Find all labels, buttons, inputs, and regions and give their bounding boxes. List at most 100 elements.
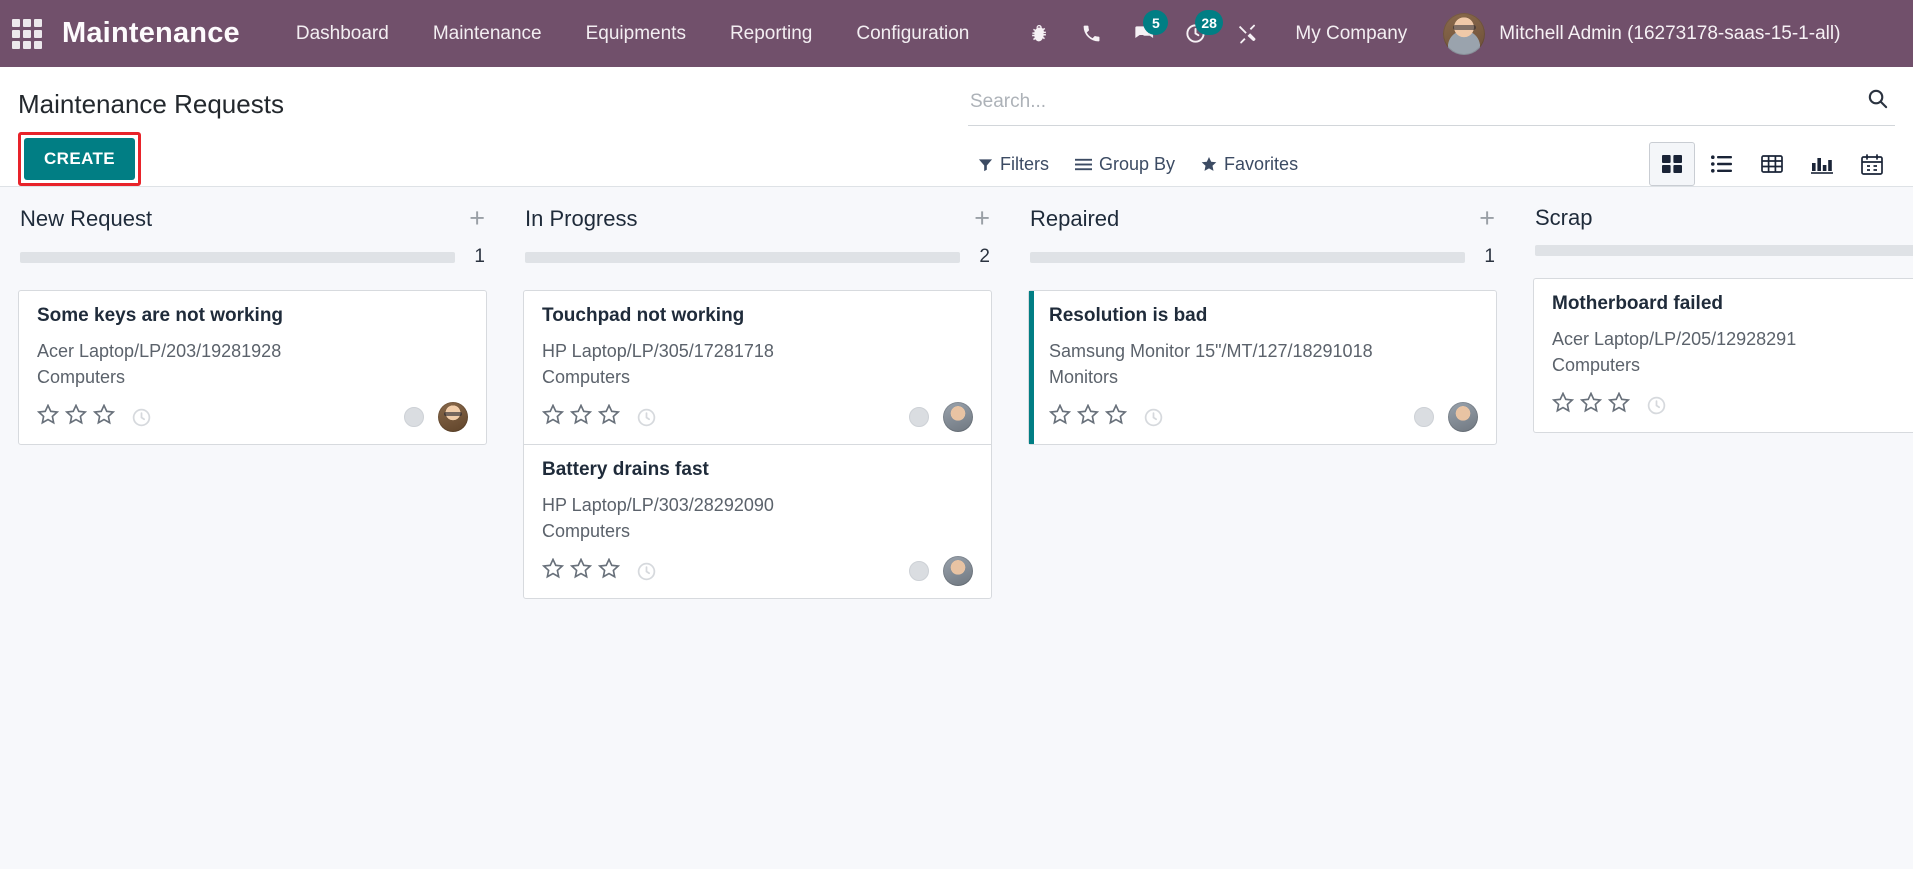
menu-item-equipments[interactable]: Equipments — [564, 0, 708, 67]
menu-item-dashboard[interactable]: Dashboard — [274, 0, 411, 67]
clock-icon — [1646, 395, 1667, 416]
status-badge[interactable] — [1414, 407, 1434, 428]
menu-item-reporting[interactable]: Reporting — [708, 0, 834, 67]
star-icon[interactable] — [1551, 391, 1575, 418]
star-icon[interactable] — [1048, 403, 1072, 430]
menu-item-maintenance[interactable]: Maintenance — [411, 0, 564, 67]
column-count: 1 — [474, 246, 485, 267]
priority-stars[interactable] — [1551, 391, 1631, 418]
priority-stars[interactable] — [541, 557, 621, 584]
star-icon[interactable] — [541, 557, 565, 584]
status-badge[interactable] — [909, 561, 929, 582]
kanban-card[interactable]: Resolution is bad Samsung Monitor 15"/MT… — [1029, 291, 1496, 445]
tools-icon[interactable] — [1221, 0, 1273, 67]
star-icon[interactable] — [1076, 403, 1100, 430]
progress-bar[interactable] — [1030, 251, 1465, 263]
calendar-view-button[interactable] — [1849, 142, 1895, 186]
card-equipment: HP Laptop/LP/303/28292090 — [542, 495, 774, 516]
column-add-icon[interactable]: + — [1479, 205, 1495, 232]
card-equipment: HP Laptop/LP/305/17281718 — [542, 341, 774, 361]
column-add-icon[interactable]: + — [469, 205, 485, 232]
kanban-card[interactable]: Motherboard failed Acer Laptop/LP/205/12… — [1534, 279, 1913, 432]
group-by-label: Group By — [1099, 153, 1176, 174]
filters-button[interactable]: Filters — [978, 154, 1049, 175]
create-button-highlight: CREATE — [18, 132, 142, 186]
card-title: Touchpad not working — [542, 305, 745, 326]
kanban-column-in-progress: In Progress + 2 Touchpad not working HP … — [505, 205, 1010, 600]
column-title: Scrap — [1535, 205, 1593, 230]
avatar[interactable] — [943, 402, 973, 433]
create-button[interactable]: CREATE — [24, 138, 136, 180]
card-footer — [541, 402, 973, 433]
group-by-button[interactable]: Group By — [1075, 154, 1175, 175]
card-category: Computers — [1552, 354, 1641, 375]
status-badge[interactable] — [404, 407, 424, 428]
card-footer — [541, 556, 973, 587]
kanban-column-new-request: New Request + 1 Some keys are not workin… — [0, 205, 505, 446]
star-icon[interactable] — [597, 557, 621, 584]
graph-view-button[interactable] — [1799, 142, 1845, 186]
avatar[interactable] — [438, 402, 468, 433]
company-switcher[interactable]: My Company — [1273, 0, 1429, 67]
star-icon[interactable] — [1104, 403, 1128, 430]
filters-label: Filters — [1000, 153, 1049, 174]
progress-bar[interactable] — [525, 251, 960, 263]
star-icon[interactable] — [36, 403, 60, 430]
priority-stars[interactable] — [1048, 403, 1128, 430]
search-icon[interactable] — [1856, 87, 1895, 117]
column-progress: 1 — [18, 246, 487, 268]
favorites-button[interactable]: Favorites — [1201, 154, 1298, 175]
star-icon[interactable] — [92, 403, 116, 430]
app-brand-title[interactable]: Maintenance — [62, 17, 240, 50]
column-title: In Progress — [525, 205, 638, 231]
star-icon[interactable] — [64, 403, 88, 430]
phone-icon[interactable] — [1065, 0, 1117, 67]
user-menu[interactable]: Mitchell Admin (16273178-saas-15-1-all) — [1429, 0, 1848, 67]
filter-buttons: Filters Group By Favorites — [978, 154, 1298, 175]
star-icon[interactable] — [569, 557, 593, 584]
column-header: Scrap — [1533, 205, 1913, 231]
star-icon[interactable] — [1607, 391, 1631, 418]
top-navbar: Maintenance Dashboard Maintenance Equipm… — [0, 0, 1913, 67]
kanban-card[interactable]: Battery drains fast HP Laptop/LP/303/282… — [524, 444, 991, 598]
priority-stars[interactable] — [541, 403, 621, 430]
page-title: Maintenance Requests — [18, 89, 284, 119]
control-panel-right: Filters Group By Favorites — [968, 83, 1895, 186]
user-name-label: Mitchell Admin (16273178-saas-15-1-all) — [1499, 22, 1841, 44]
star-icon[interactable] — [597, 403, 621, 430]
priority-stars[interactable] — [36, 403, 116, 430]
list-view-button[interactable] — [1699, 142, 1745, 186]
avatar[interactable] — [1448, 402, 1478, 433]
card-footer — [1048, 402, 1478, 433]
kanban-board: New Request + 1 Some keys are not workin… — [0, 187, 1913, 869]
messages-badge: 5 — [1143, 10, 1169, 35]
kanban-card[interactable]: Some keys are not working Acer Laptop/LP… — [19, 291, 486, 444]
star-icon[interactable] — [1579, 391, 1603, 418]
apps-grid-icon[interactable] — [10, 17, 44, 51]
star-icon[interactable] — [541, 403, 565, 430]
activities-clock-icon[interactable]: 28 — [1169, 0, 1223, 67]
progress-bar[interactable] — [20, 251, 455, 263]
star-icon[interactable] — [569, 403, 593, 430]
control-panel-left: Maintenance Requests CREATE — [18, 83, 968, 186]
main-menu: Dashboard Maintenance Equipments Reporti… — [274, 0, 992, 67]
kanban-view-button[interactable] — [1649, 142, 1695, 186]
progress-bar[interactable] — [1535, 245, 1913, 256]
pivot-view-button[interactable] — [1749, 142, 1795, 186]
card-equipment: Acer Laptop/LP/203/19281928 — [37, 341, 282, 361]
column-add-icon[interactable]: + — [974, 205, 990, 232]
search-bar — [968, 87, 1895, 126]
messages-icon[interactable]: 5 — [1117, 0, 1169, 67]
bug-icon[interactable] — [1013, 0, 1065, 67]
activities-badge: 28 — [1195, 10, 1223, 35]
kanban-column-repaired: Repaired + 1 Resolution is bad Samsung M… — [1010, 205, 1515, 446]
clock-icon — [636, 561, 657, 582]
menu-item-configuration[interactable]: Configuration — [834, 0, 991, 67]
kanban-card[interactable]: Touchpad not working HP Laptop/LP/305/17… — [524, 291, 991, 444]
card-category: Computers — [37, 366, 126, 387]
search-input[interactable] — [968, 87, 1856, 117]
clock-icon — [1143, 407, 1164, 428]
avatar[interactable] — [943, 556, 973, 587]
status-badge[interactable] — [909, 407, 929, 428]
card-group: Motherboard failed Acer Laptop/LP/205/12… — [1533, 278, 1913, 434]
